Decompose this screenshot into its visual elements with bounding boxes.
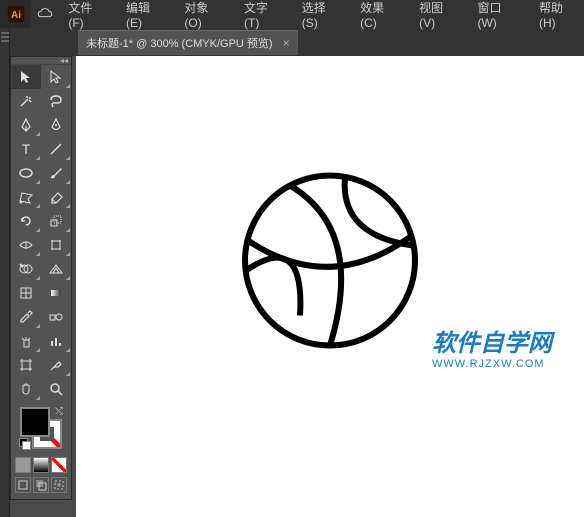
scale-tool[interactable]	[41, 209, 71, 233]
symbol-sprayer-tool[interactable]	[11, 329, 41, 353]
free-transform-tool[interactable]	[41, 233, 71, 257]
eraser-tool[interactable]	[41, 185, 71, 209]
lasso-tool[interactable]	[41, 89, 71, 113]
width-tool[interactable]	[11, 233, 41, 257]
watermark-text-cn: 软件自学网	[432, 323, 552, 358]
column-graph-tool[interactable]	[41, 329, 71, 353]
menu-object[interactable]: 对象(O)	[178, 0, 230, 34]
menu-window[interactable]: 窗口(W)	[471, 0, 525, 34]
tool-panel-header[interactable]: ◂◂	[11, 57, 71, 65]
magic-wand-tool[interactable]	[11, 89, 41, 113]
tool-panel: ◂◂ T ⤭	[10, 56, 72, 500]
swap-fill-stroke-icon[interactable]: ⤭	[55, 406, 63, 417]
ellipse-tool[interactable]	[11, 161, 41, 185]
watermark: 软件自学网 WWW.RJZXW.COM	[432, 323, 552, 370]
pen-tool[interactable]	[11, 113, 41, 137]
zoom-tool[interactable]	[41, 377, 71, 401]
draw-behind-mode[interactable]	[33, 477, 49, 493]
line-segment-tool[interactable]	[41, 137, 71, 161]
cloud-icon[interactable]	[31, 0, 58, 28]
basketball-artwork	[235, 166, 425, 361]
gradient-tool[interactable]	[41, 281, 71, 305]
left-dock-rail	[0, 28, 10, 517]
draw-inside-mode[interactable]	[51, 477, 67, 493]
watermark-text-en: WWW.RJZXW.COM	[432, 358, 552, 370]
menu-select[interactable]: 选择(S)	[296, 0, 346, 34]
hand-tool[interactable]	[11, 377, 41, 401]
rail-handle-icon[interactable]	[1, 32, 9, 52]
document-tab-title: 未标题-1* @ 300% (CMYK/GPU 预览)	[86, 35, 273, 51]
app-logo: Ai	[0, 0, 31, 28]
menu-edit[interactable]: 编辑(E)	[120, 0, 170, 34]
slice-tool[interactable]	[41, 353, 71, 377]
draw-normal-mode[interactable]	[15, 477, 31, 493]
draw-mode-row	[11, 475, 71, 499]
menu-help[interactable]: 帮助(H)	[533, 0, 584, 34]
fill-stroke-swatches[interactable]: ⤭	[20, 407, 62, 449]
color-mode-row	[11, 455, 71, 475]
menu-view[interactable]: 视图(V)	[413, 0, 463, 34]
menu-file[interactable]: 文件(F)	[62, 0, 112, 34]
blend-tool[interactable]	[41, 305, 71, 329]
document-tab[interactable]: 未标题-1* @ 300% (CMYK/GPU 预览) ×	[78, 30, 298, 55]
selection-tool[interactable]	[11, 65, 41, 89]
type-tool[interactable]: T	[11, 137, 41, 161]
close-tab-button[interactable]: ×	[283, 36, 290, 50]
menu-effect[interactable]: 效果(C)	[354, 0, 405, 34]
color-mode-gradient[interactable]	[33, 457, 49, 473]
menu-items: 文件(F) 编辑(E) 对象(O) 文字(T) 选择(S) 效果(C) 视图(V…	[58, 0, 584, 34]
shaper-tool[interactable]	[11, 185, 41, 209]
color-swatches: ⤭	[11, 401, 71, 455]
color-mode-none[interactable]	[51, 457, 67, 473]
svg-text:Ai: Ai	[11, 10, 21, 21]
tool-grid: T	[11, 65, 71, 401]
collapse-icon[interactable]: ◂◂	[60, 56, 68, 65]
canvas[interactable]: 软件自学网 WWW.RJZXW.COM	[76, 56, 584, 517]
default-fill-stroke-icon[interactable]	[19, 438, 31, 450]
svg-text:T: T	[22, 141, 31, 157]
color-mode-solid[interactable]	[15, 457, 31, 473]
shape-builder-tool[interactable]	[11, 257, 41, 281]
eyedropper-tool[interactable]	[11, 305, 41, 329]
direct-selection-tool[interactable]	[41, 65, 71, 89]
perspective-grid-tool[interactable]	[41, 257, 71, 281]
rotate-tool[interactable]	[11, 209, 41, 233]
menu-text[interactable]: 文字(T)	[238, 0, 288, 34]
menu-bar: Ai 文件(F) 编辑(E) 对象(O) 文字(T) 选择(S) 效果(C) 视…	[0, 0, 584, 28]
paintbrush-tool[interactable]	[41, 161, 71, 185]
artboard-tool[interactable]	[11, 353, 41, 377]
mesh-tool[interactable]	[11, 281, 41, 305]
fill-swatch[interactable]	[20, 407, 50, 437]
curvature-tool[interactable]	[41, 113, 71, 137]
